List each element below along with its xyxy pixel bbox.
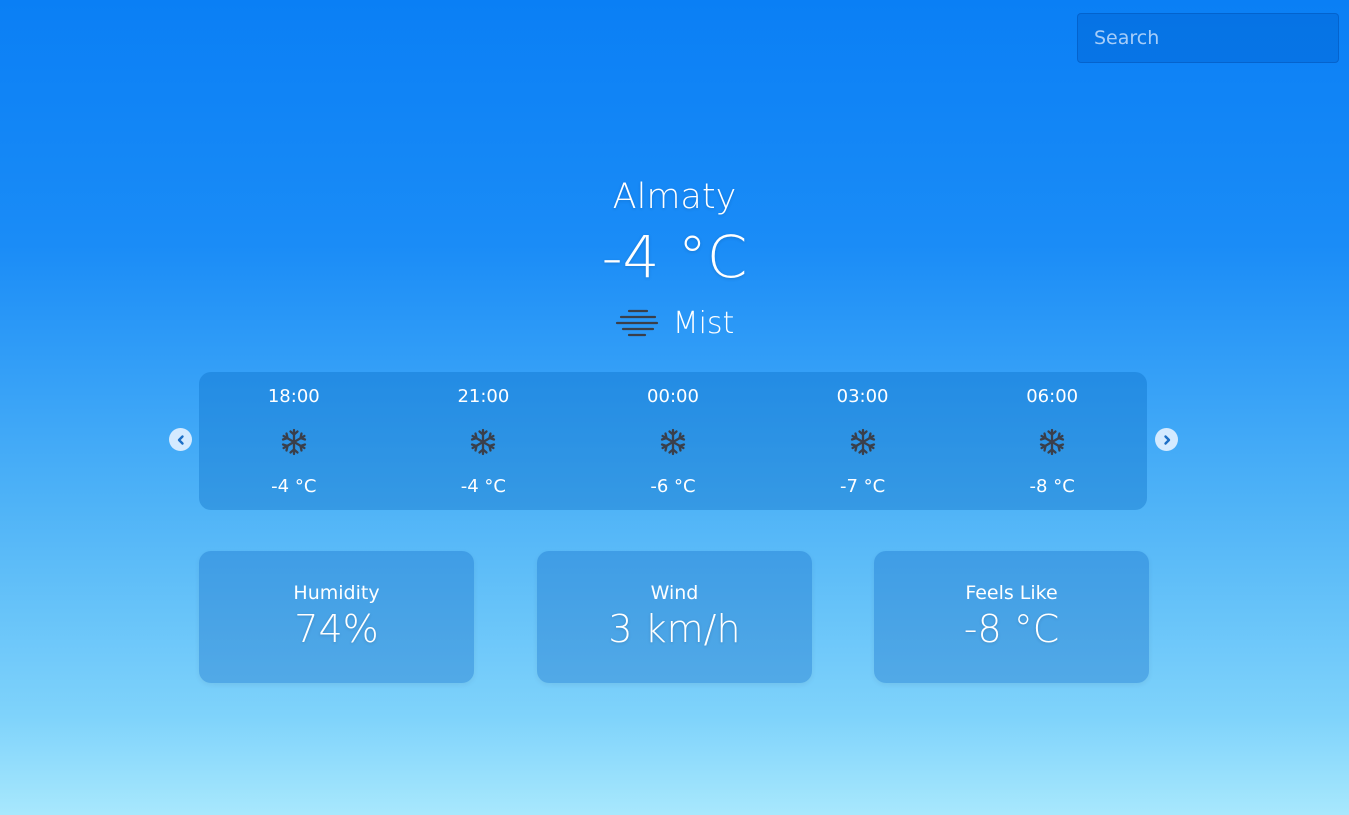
current-condition: Mist	[615, 302, 735, 344]
forecast-temperature: -4 °C	[271, 476, 317, 497]
forecast-item: 21:00 -4 °C	[389, 372, 579, 510]
mist-icon	[615, 309, 658, 337]
snowflake-icon	[660, 428, 686, 456]
snowflake-icon	[1040, 428, 1065, 456]
forecast-item: 18:00 -4 °C	[199, 372, 389, 510]
feels-like-label: Feels Like	[965, 582, 1058, 604]
snowflake-icon	[471, 428, 496, 456]
wind-value: 3 km/h	[608, 607, 741, 651]
forecast-prev-button[interactable]	[169, 428, 192, 451]
weather-app: { "search": { "placeholder": "Search" },…	[0, 0, 1349, 815]
feels-like-card: Feels Like -8 °C	[874, 551, 1149, 683]
forecast-time: 18:00	[267, 386, 320, 407]
city-name: Almaty	[612, 177, 737, 217]
forecast-item: 03:00 -7 °C	[768, 372, 958, 510]
forecast-temperature: -7 °C	[839, 476, 886, 497]
humidity-card: Humidity 74%	[199, 551, 474, 683]
forecast-temperature: -4 °C	[460, 476, 507, 497]
forecast-time: 03:00	[836, 386, 889, 407]
snowflake-icon	[850, 428, 875, 456]
humidity-value: 74%	[294, 607, 379, 651]
forecast-time: 06:00	[1026, 386, 1079, 407]
forecast-temperature: -8 °C	[1029, 476, 1075, 497]
feels-like-value: -8 °C	[963, 607, 1060, 651]
search-input[interactable]	[1077, 13, 1339, 63]
snowflake-icon	[281, 428, 306, 456]
current-weather: Almaty -4 °C Mist	[0, 172, 1349, 344]
humidity-label: Humidity	[293, 582, 380, 604]
chevron-left-icon	[177, 434, 184, 445]
forecast-time: 00:00	[647, 386, 699, 407]
chevron-right-icon	[1163, 434, 1170, 445]
condition-text: Mist	[672, 305, 735, 341]
forecast-next-button[interactable]	[1155, 428, 1178, 451]
forecast-item: 06:00 -8 °C	[957, 372, 1147, 510]
wind-card: Wind 3 km/h	[537, 551, 812, 683]
current-temperature: -4 °C	[601, 223, 748, 291]
hourly-forecast: 18:00 -4 °C 21:00 -4 °C 00:00 -6 °C 03:0…	[199, 372, 1147, 510]
wind-label: Wind	[650, 582, 699, 604]
forecast-item: 00:00 -6 °C	[578, 372, 768, 510]
forecast-temperature: -6 °C	[650, 476, 696, 497]
forecast-time: 21:00	[457, 386, 510, 407]
